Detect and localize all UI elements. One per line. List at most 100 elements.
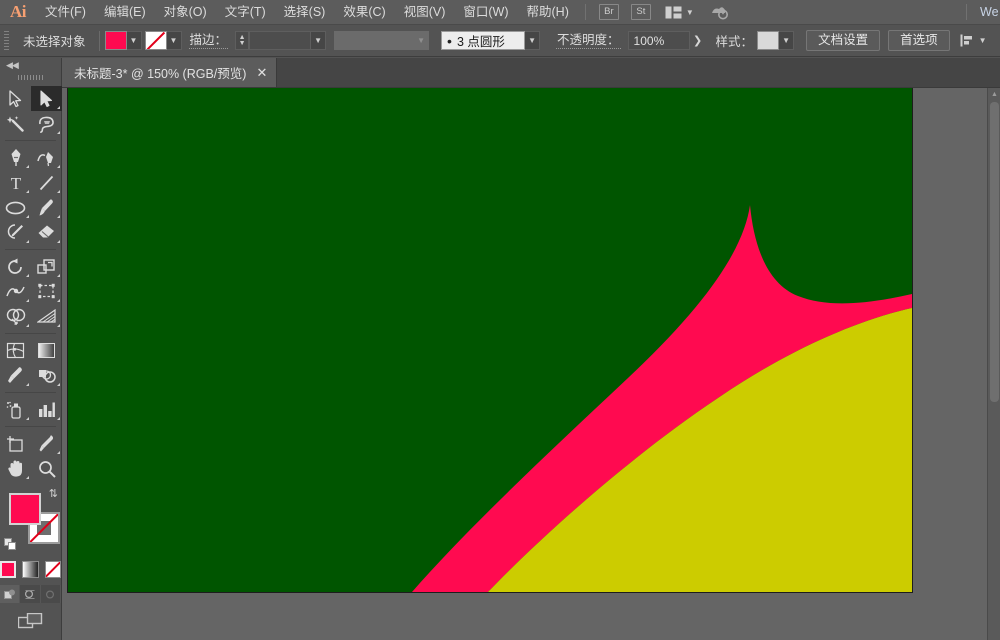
- tool-type[interactable]: T: [0, 170, 31, 195]
- menu-edit[interactable]: 编辑(E): [95, 0, 155, 25]
- close-icon[interactable]: ✕: [256, 66, 267, 79]
- menu-view[interactable]: 视图(V): [395, 0, 455, 25]
- stroke-none-icon: [145, 32, 166, 49]
- tool-pen[interactable]: [0, 145, 31, 170]
- default-fill-stroke-icon[interactable]: [4, 538, 17, 551]
- fill-color-swatch[interactable]: [9, 493, 41, 525]
- stroke-weight-stepper[interactable]: ▲ ▼: [235, 31, 250, 50]
- tool-group-indicator-icon: [57, 215, 60, 218]
- tool-column-graph[interactable]: [31, 397, 62, 422]
- document-setup-button[interactable]: 文档设置: [806, 30, 881, 51]
- color-mode-color-button[interactable]: [0, 561, 17, 578]
- brush-definition-dropdown-button[interactable]: ▼: [525, 31, 541, 50]
- graphic-style-swatch[interactable]: [757, 31, 780, 50]
- draw-behind-button[interactable]: [20, 585, 41, 603]
- screen-mode-button[interactable]: [0, 613, 61, 629]
- stroke-swatch[interactable]: [144, 31, 167, 50]
- tool-symbol-sprayer[interactable]: [0, 397, 31, 422]
- tool-shape-builder[interactable]: [0, 304, 31, 329]
- menu-object[interactable]: 对象(O): [155, 0, 216, 25]
- tool-group-indicator-icon: [57, 383, 60, 386]
- tool-rotate[interactable]: [0, 254, 31, 279]
- menu-window[interactable]: 窗口(W): [454, 0, 517, 25]
- graphic-style-dropdown-button[interactable]: ▼: [779, 31, 795, 50]
- illustrator-window: Ai 文件(F) 编辑(E) 对象(O) 文字(T) 选择(S) 效果(C) 视…: [0, 0, 1000, 640]
- canvas-work-area[interactable]: ▲: [62, 88, 1000, 640]
- stock-icon[interactable]: St: [630, 4, 651, 20]
- tool-paintbrush[interactable]: [31, 195, 62, 220]
- document-tab[interactable]: 未标题-3* @ 150% (RGB/预览) ✕: [62, 58, 278, 87]
- fill-dropdown-button[interactable]: ▼: [126, 31, 142, 50]
- tool-lasso[interactable]: [31, 111, 62, 136]
- menu-effect[interactable]: 效果(C): [334, 0, 394, 25]
- tool-group-indicator-icon: [26, 383, 29, 386]
- collapse-panel-button[interactable]: ◀◀: [0, 58, 61, 72]
- ellipse-icon: [5, 201, 26, 214]
- draw-inside-button[interactable]: [40, 585, 61, 603]
- vertical-scrollbar[interactable]: ▲: [987, 88, 1000, 640]
- fill-color-control[interactable]: ▼: [104, 31, 142, 50]
- bridge-icon[interactable]: Br: [598, 4, 619, 20]
- tool-direct-selection[interactable]: [31, 86, 62, 111]
- magic-wand-icon: [6, 115, 24, 132]
- color-mode-none-button[interactable]: [44, 561, 61, 578]
- tool-eraser[interactable]: [31, 220, 62, 245]
- brush-dot-icon: •: [447, 32, 452, 49]
- color-mode-gradient-button[interactable]: [22, 561, 39, 578]
- stroke-weight-field[interactable]: [249, 31, 312, 50]
- tools-panel-gripper[interactable]: [17, 72, 44, 82]
- tool-scale[interactable]: [31, 254, 62, 279]
- menu-bar: Ai 文件(F) 编辑(E) 对象(O) 文字(T) 选择(S) 效果(C) 视…: [0, 0, 1000, 25]
- swap-fill-stroke-icon[interactable]: ⇅: [49, 489, 58, 500]
- menu-select[interactable]: 选择(S): [275, 0, 335, 25]
- tool-curvature[interactable]: [31, 145, 62, 170]
- welcome-link[interactable]: We: [974, 5, 1000, 19]
- tool-group-indicator-icon: [57, 451, 60, 454]
- opacity-options-button[interactable]: ❯: [690, 31, 706, 50]
- align-options-button[interactable]: ▼: [960, 34, 987, 47]
- tool-group-indicator-icon: [57, 299, 60, 302]
- artboard[interactable]: [68, 88, 912, 592]
- brush-definition-field[interactable]: • 3 点圆形: [441, 31, 526, 50]
- tool-perspective-grid[interactable]: [31, 304, 62, 329]
- menu-type[interactable]: 文字(T): [216, 0, 275, 25]
- workspace-switcher[interactable]: ▼: [661, 6, 698, 19]
- opacity-label[interactable]: 不透明度：: [556, 33, 621, 49]
- tool-width[interactable]: [0, 279, 31, 304]
- tool-gradient[interactable]: [31, 338, 62, 363]
- tool-ellipse[interactable]: [0, 195, 31, 220]
- opacity-field[interactable]: 100%: [627, 31, 690, 50]
- tool-group-indicator-icon: [26, 240, 29, 243]
- tool-group-indicator-icon: [26, 476, 29, 479]
- tool-hand[interactable]: [0, 456, 31, 481]
- shape-builder-icon: [6, 308, 25, 325]
- tool-zoom[interactable]: [31, 456, 62, 481]
- control-bar-gripper[interactable]: [4, 30, 9, 51]
- scroll-up-icon[interactable]: ▲: [988, 88, 1000, 101]
- tool-artboard[interactable]: [0, 431, 31, 456]
- tool-magic-wand[interactable]: [0, 111, 31, 136]
- stroke-profile-dropdown-button[interactable]: ▼: [414, 31, 430, 50]
- tool-selection[interactable]: [0, 86, 31, 111]
- tool-slice[interactable]: [31, 431, 62, 456]
- fill-swatch[interactable]: [104, 31, 127, 50]
- menu-help[interactable]: 帮助(H): [518, 0, 578, 25]
- tool-line-segment[interactable]: [31, 170, 62, 195]
- preferences-button[interactable]: 首选项: [888, 30, 950, 51]
- stroke-weight-label[interactable]: 描边：: [188, 33, 229, 49]
- stroke-color-control[interactable]: ▼: [144, 31, 182, 50]
- tool-mesh[interactable]: [0, 338, 31, 363]
- tool-eyedropper[interactable]: [0, 363, 31, 388]
- tool-blend[interactable]: [31, 363, 62, 388]
- artwork-canvas[interactable]: [68, 88, 912, 592]
- tool-shaper[interactable]: [0, 220, 31, 245]
- scroll-thumb[interactable]: [990, 102, 999, 402]
- stroke-weight-dropdown-button[interactable]: ▼: [311, 31, 327, 50]
- stroke-dropdown-button[interactable]: ▼: [166, 31, 182, 50]
- stroke-profile-field[interactable]: [334, 31, 415, 50]
- type-icon: T: [10, 174, 21, 192]
- draw-normal-button[interactable]: [0, 585, 21, 603]
- sync-settings-icon[interactable]: [710, 4, 730, 20]
- menu-file[interactable]: 文件(F): [36, 0, 95, 25]
- tool-free-transform[interactable]: [31, 279, 62, 304]
